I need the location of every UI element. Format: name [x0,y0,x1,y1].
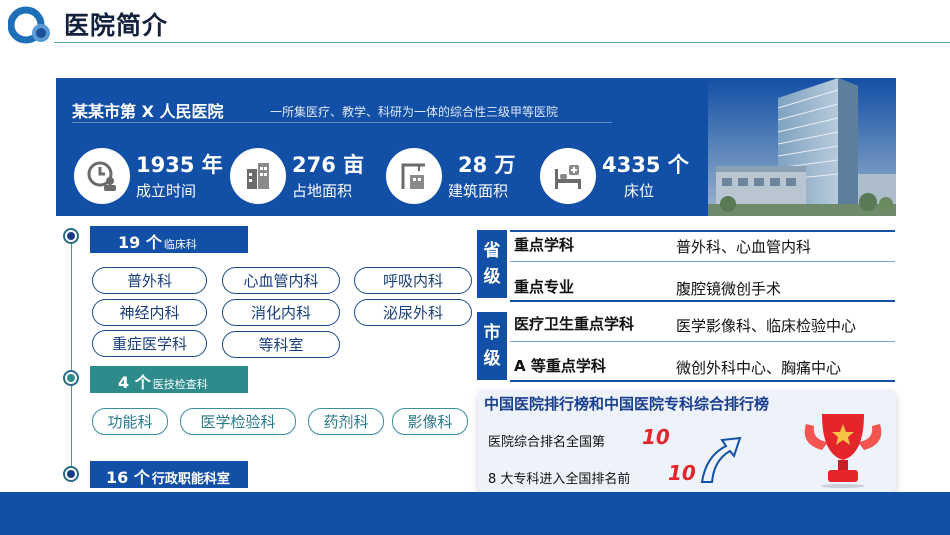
section-label: 行政职能科室 [151,472,230,487]
department-pill: 普外科 [92,267,207,294]
stat-value: 4335 个 [602,153,689,177]
department-pill: 呼吸内科 [354,267,472,294]
ranking-title: 中国医院排行榜和中国医院专科综合排行榜 [484,395,770,413]
timeline-line [71,236,72,476]
department-pill: 药剂科 [308,408,384,435]
department-pill: 泌尿外科 [354,299,472,326]
hospital-banner: 某某市第 X 人民医院 一所集医疗、教学、科研为一体的综合性三级甲等医院 193… [56,78,896,216]
ranking-line: 8 大专科进入全国排名前 [488,472,631,487]
stat-value: 28 万 [458,153,516,177]
section-count: 4 个 [118,373,151,392]
hospital-bed-icon [540,148,596,204]
group-label-char: 省 [483,241,501,261]
footer-bar [0,492,950,535]
discipline-key: 重点专业 [514,278,575,296]
group-municipal: 市 级 [477,312,507,380]
section-label: 临床科 [163,238,197,251]
department-pill: 消化内科 [222,299,340,326]
discipline-key: 医疗卫生重点学科 [514,315,635,333]
hospital-subtitle: 一所集医疗、教学、科研为一体的综合性三级甲等医院 [270,105,559,119]
department-pill: 重症医学科 [92,330,207,357]
discipline-key: A 等重点学科 [514,357,606,375]
stat-label: 床位 [624,182,655,200]
logo-icon [8,6,50,44]
ranking-number: 10 [642,425,670,449]
discipline-value: 医学影像科、临床检验中心 [676,317,857,335]
ranking-line: 医院综合排名全国第 [488,435,606,450]
section-medical-tech: 4 个 医技检查科 [90,366,248,393]
buildings-icon [230,148,286,204]
clock-person-icon [74,148,130,204]
stat-label: 占地面积 [292,182,353,200]
section-clinical: 19 个 临床科 [90,226,248,253]
page-title: 医院简介 [64,11,169,40]
table-rule [510,261,895,262]
department-pill: 等科室 [222,331,340,358]
table-rule [510,380,895,382]
discipline-key: 重点学科 [514,236,575,254]
timeline-dot [63,370,79,386]
section-label: 医技检查科 [152,378,208,391]
construction-crane-icon [386,148,442,204]
department-pill: 功能科 [92,408,168,435]
hospital-name: 某某市第 X 人民医院 [72,102,224,121]
trophy-icon [804,414,882,488]
banner-divider [72,122,612,123]
ranking-card: 中国医院排行榜和中国医院专科综合排行榜 医院综合排名全国第 10 8 大专科进入… [478,390,896,492]
section-count: 19 个 [118,233,162,252]
arrow-up-icon [700,436,742,483]
department-pill: 心血管内科 [222,267,340,294]
discipline-value: 腹腔镜微创手术 [676,280,782,298]
timeline-dot [63,466,79,482]
group-label-char: 市 [483,323,501,343]
stat-value: 1935 年 [136,153,223,177]
department-pill: 影像科 [392,408,468,435]
discipline-value: 微创外科中心、胸痛中心 [676,359,842,377]
section-count: 16 个 [106,468,150,487]
ranking-number: 10 [668,461,696,485]
group-label-char: 级 [483,267,501,287]
department-pill: 神经内科 [92,299,207,326]
stat-label: 建筑面积 [448,182,509,200]
table-rule [510,300,895,302]
table-rule [510,341,895,342]
slide: 医院简介 某某市第 X 人民医院 一所集医疗、教学、科研为一体的综合性三级甲等医… [0,0,950,535]
group-provincial: 省 级 [477,230,507,298]
section-admin: 16 个 行政职能科室 [90,461,248,488]
stat-value: 276 亩 [292,153,365,177]
header-divider [54,42,950,43]
stat-label: 成立时间 [136,182,197,200]
timeline-dot [63,228,79,244]
department-pill: 医学检验科 [180,408,296,435]
discipline-value: 普外科、心血管内科 [676,238,812,256]
group-label-char: 级 [483,349,501,369]
hospital-building-image [708,78,896,216]
table-rule [510,230,895,232]
